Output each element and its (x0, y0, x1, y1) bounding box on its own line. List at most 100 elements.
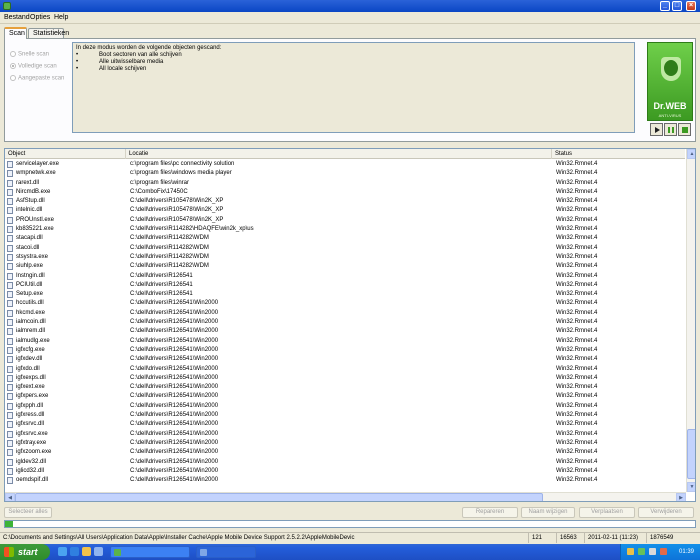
dll-file-icon (7, 421, 13, 429)
scroll-thumb[interactable] (687, 429, 695, 479)
vertical-scrollbar[interactable]: ▲ ▼ (686, 149, 695, 492)
table-row[interactable]: stsystra.exe C:\dell\drivers\R114282\WDM W… (5, 253, 685, 262)
menu-opties[interactable]: Opties (30, 14, 50, 21)
spider-icon (664, 60, 678, 76)
table-row[interactable]: igfxsrvc.dll C:\dell\drivers\R126541\Win2… (5, 420, 685, 429)
location-cell: C:\dell\drivers\R126541\Win2000 (130, 384, 219, 391)
start-button[interactable]: start (0, 544, 50, 560)
radio-selected-icon (10, 63, 16, 69)
radio-custom-scan[interactable]: Aangepaste scan (10, 75, 64, 82)
table-row[interactable]: ialmcoin.dll C:\dell\drivers\R126541\Win2… (5, 318, 685, 327)
table-row[interactable]: NircmdB.exe C:\ComboFix\17450C Win32.Rmnet… (5, 188, 685, 197)
tray-icon[interactable] (649, 548, 656, 555)
horizontal-scrollbar[interactable]: ◀ ▶ (5, 492, 686, 501)
table-row[interactable]: PROUnstl.exe C:\dell\drivers\R105478\Win2… (5, 216, 685, 225)
table-row[interactable]: igfxexps.dll C:\dell\drivers\R126541\Win2… (5, 374, 685, 383)
table-row[interactable]: intelnic.dll C:\dell\drivers\R105478\Win2… (5, 206, 685, 215)
select-all-button[interactable]: Selecteer alles (4, 507, 52, 518)
scan-panel: Snelle scan Volledige scan Aangepaste sc… (4, 38, 696, 142)
table-row[interactable]: PCIUtil.dll C:\dell\drivers\R126541 Win32.… (5, 281, 685, 290)
start-scan-button[interactable] (650, 123, 663, 136)
browser-icon[interactable] (70, 547, 79, 556)
status-cell: Win32.Rmnet.4 (556, 207, 598, 214)
table-header: Object Locatie Status (5, 149, 685, 159)
table-row[interactable]: kb835221.exe C:\dell\drivers\R114282\HDAQ… (5, 225, 685, 234)
table-row[interactable]: igldev32.dll C:\dell\drivers\R126541\Win2… (5, 458, 685, 467)
radio-quick-scan[interactable]: Snelle scan (10, 51, 49, 58)
table-row[interactable]: hccutils.dll C:\dell\drivers\R126541\Win2… (5, 299, 685, 308)
exe-file-icon (7, 346, 13, 354)
column-header-object[interactable]: Object (5, 149, 126, 159)
pause-scan-button[interactable] (664, 123, 677, 136)
status-cell: Win32.Rmnet.4 (556, 161, 598, 167)
table-row[interactable]: oemdspif.dll C:\dell\drivers\R126541\Win2… (5, 476, 685, 485)
status-cell: Win32.Rmnet.4 (556, 374, 598, 381)
table-row[interactable]: stacoi.dll C:\dell\drivers\R114282\WDM Win… (5, 244, 685, 253)
table-row[interactable]: igfxress.dll C:\dell\drivers\R126541\Win2… (5, 411, 685, 420)
status-cell: Win32.Rmnet.4 (556, 309, 598, 316)
rename-button[interactable]: Naam wijzigen (521, 507, 575, 518)
repair-button[interactable]: Repareren (462, 507, 518, 518)
location-cell: c:\program files\winrar (130, 179, 190, 186)
column-header-locatie[interactable]: Locatie (126, 149, 552, 159)
tray-icon[interactable] (627, 548, 634, 555)
dll-file-icon (7, 365, 13, 373)
table-row[interactable]: wmpnetwk.exe c:\program files\windows med… (5, 169, 685, 178)
table-row[interactable]: igfxpph.dll C:\dell\drivers\R126541\Win20… (5, 402, 685, 411)
table-row[interactable]: rarext.dll c:\program files\winrar Win32.R… (5, 179, 685, 188)
table-row[interactable]: igfxpers.exe C:\dell\drivers\R126541\Win2… (5, 392, 685, 401)
table-row[interactable]: iglicd32.dll C:\dell\drivers\R126541\Win2… (5, 467, 685, 476)
desktop-icon[interactable] (58, 547, 67, 556)
table-row[interactable]: siuhlp.exe C:\dell\drivers\R114282\WDM Win… (5, 262, 685, 271)
tray-icon[interactable] (660, 548, 667, 555)
scroll-right-icon[interactable]: ▶ (676, 493, 686, 501)
location-cell: C:\dell\drivers\R126541\Win2000 (130, 356, 219, 363)
close-button[interactable]: × (686, 1, 696, 11)
table-row[interactable]: igfxext.exe C:\dell\drivers\R126541\Win20… (5, 383, 685, 392)
delete-button[interactable]: Verwijderen (638, 507, 694, 518)
scroll-left-icon[interactable]: ◀ (5, 493, 15, 501)
table-row[interactable]: igfxtray.exe C:\dell\drivers\R126541\Win2… (5, 439, 685, 448)
minimize-button[interactable]: _ (660, 1, 670, 11)
table-row[interactable]: igfxzoom.exe C:\dell\drivers\R126541\Win2… (5, 448, 685, 457)
table-row[interactable]: AsfStup.dll C:\dell\drivers\R105478\Win2K… (5, 197, 685, 206)
media-icon[interactable] (94, 547, 103, 556)
window-taskbar-icon (200, 549, 207, 556)
menu-bestand[interactable]: Bestand (4, 14, 30, 21)
taskbar-window-drweb[interactable] (110, 546, 190, 558)
dll-file-icon (7, 412, 13, 420)
table-row[interactable]: servicelayer.exe c:\program files\pc conn… (5, 160, 685, 169)
tab-scan[interactable]: Scan (4, 27, 27, 39)
location-cell: C:\dell\drivers\R126541\Win2000 (130, 449, 219, 456)
scroll-thumb[interactable] (15, 493, 543, 501)
object-cell: hkcmd.exe (16, 309, 46, 316)
table-row[interactable]: ialmrem.dll C:\dell\drivers\R126541\Win20… (5, 327, 685, 336)
table-row[interactable]: Instngin.dll C:\dell\drivers\R126541 Win32… (5, 272, 685, 281)
location-cell: C:\dell\drivers\R126541 (130, 281, 193, 288)
tray-icon[interactable] (638, 548, 645, 555)
table-row[interactable]: stacapi.dll C:\dell\drivers\R114282\WDM Wi… (5, 234, 685, 243)
column-header-status[interactable]: Status (552, 149, 685, 159)
object-cell: stacapi.dll (16, 235, 43, 242)
table-row[interactable]: ialmudlg.exe C:\dell\drivers\R126541\Win2… (5, 337, 685, 346)
move-button[interactable]: Verplaatsen (579, 507, 635, 518)
menu-help[interactable]: Help (54, 14, 68, 21)
menu-bar: Bestand Opties Help (0, 12, 700, 24)
object-cell: igldev32.dll (16, 458, 47, 465)
radio-full-scan[interactable]: Volledige scan (10, 63, 57, 70)
status-cell: Win32.Rmnet.4 (556, 263, 598, 270)
stop-scan-button[interactable] (678, 123, 691, 136)
location-cell: C:\dell\drivers\R126541\Win2000 (130, 402, 219, 409)
scroll-down-icon[interactable]: ▼ (687, 482, 695, 492)
taskbar-window[interactable] (196, 546, 256, 558)
table-row[interactable]: igfxsrvc.exe C:\dell\drivers\R126541\Win2… (5, 430, 685, 439)
table-row[interactable]: igfxdev.dll C:\dell\drivers\R126541\Win20… (5, 355, 685, 364)
table-row[interactable]: igfxdo.dll C:\dell\drivers\R126541\Win200… (5, 365, 685, 374)
scroll-up-icon[interactable]: ▲ (687, 149, 695, 159)
table-row[interactable]: hkcmd.exe C:\dell\drivers\R126541\Win2000… (5, 309, 685, 318)
folder-icon[interactable] (82, 547, 91, 556)
table-row[interactable]: Setup.exe C:\dell\drivers\R126541 Win32.Rm… (5, 290, 685, 299)
table-row[interactable]: igfxcfg.exe C:\dell\drivers\R126541\Win20… (5, 346, 685, 355)
dll-file-icon (7, 207, 13, 215)
maximize-button[interactable]: □ (672, 1, 682, 11)
